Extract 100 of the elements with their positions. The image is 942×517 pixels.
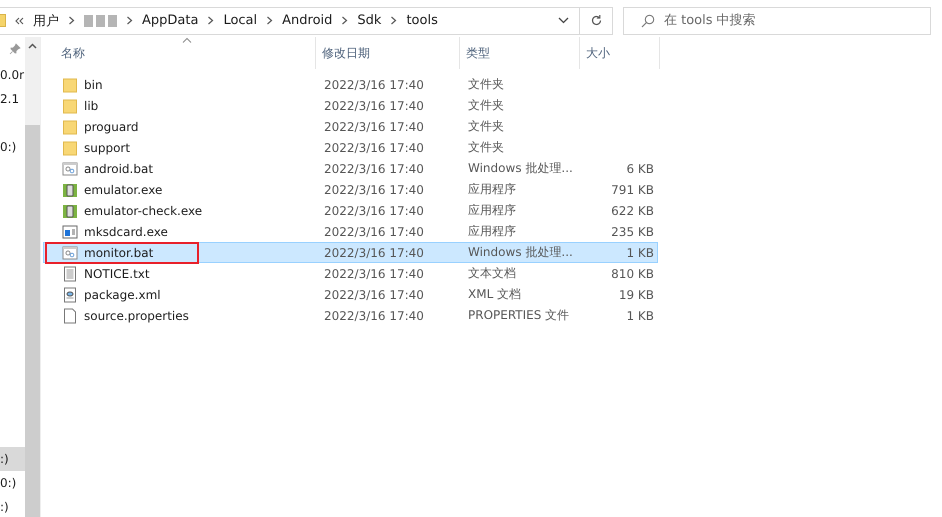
file-name: package.xml	[84, 288, 161, 302]
file-name: proguard	[84, 120, 139, 134]
chevron-right-icon[interactable]	[207, 16, 214, 25]
nav-pane-item[interactable]: 0.0r	[0, 63, 25, 87]
file-name: NOTICE.txt	[84, 266, 150, 280]
file-row[interactable]: android.bat 2022/3/16 17:40 Windows 批处理... 6 KB	[43, 158, 658, 179]
modified-date: 2022/3/16 17:40	[324, 162, 424, 176]
caret-up-icon	[28, 43, 37, 49]
nav-pane-item[interactable]: :)	[0, 495, 25, 517]
gear-file-icon	[62, 160, 78, 176]
modified-date: 2022/3/16 17:40	[324, 140, 424, 154]
scrollbar-thumb[interactable]	[25, 125, 40, 517]
modified-date: 2022/3/16 17:40	[324, 224, 424, 238]
chevron-right-icon[interactable]	[126, 16, 133, 25]
modified-date: 2022/3/16 17:40	[324, 266, 424, 280]
file-size: 791 KB	[611, 182, 654, 196]
file-row[interactable]: mksdcard.exe 2022/3/16 17:40 应用程序 235 KB	[43, 221, 658, 242]
folder-icon	[62, 98, 78, 114]
folder-icon	[62, 140, 78, 156]
file-type: 文本文档	[468, 266, 516, 280]
caret-icon	[558, 17, 568, 24]
window-app-icon	[62, 224, 78, 240]
file-type: PROPERTIES 文件	[468, 308, 570, 322]
file-type: Windows 批处理...	[468, 161, 573, 175]
file-row[interactable]: NOTICE.txt 2022/3/16 17:40 文本文档 810 KB	[43, 263, 658, 284]
gear-file-icon	[62, 244, 78, 260]
file-name: bin	[84, 78, 103, 92]
file-type: XML 文档	[468, 287, 522, 301]
breadcrumb-item[interactable]: Local	[223, 13, 258, 28]
file-name: android.bat	[84, 162, 154, 176]
file-name: mksdcard.exe	[84, 224, 168, 238]
file-size: 19 KB	[618, 288, 654, 302]
breadcrumb-item[interactable]: Sdk	[357, 13, 382, 28]
double-chevron-icon[interactable]	[15, 16, 24, 24]
file-row[interactable]: proguard 2022/3/16 17:40 文件夹	[43, 116, 658, 137]
chevron-right-icon[interactable]	[68, 16, 75, 25]
file-name: support	[84, 140, 130, 154]
phone-app-icon	[62, 182, 78, 198]
file-row[interactable]: package.xml 2022/3/16 17:40 XML 文档 19 KB	[43, 284, 658, 305]
column-header[interactable]: 名称	[43, 37, 316, 69]
pin-icon[interactable]	[9, 43, 21, 55]
refresh-icon	[590, 14, 602, 27]
breadcrumb-item[interactable]: Android	[282, 13, 332, 28]
nav-pane-item[interactable]: 0:)	[0, 471, 25, 495]
xml-file-icon	[62, 286, 78, 302]
file-name: lib	[84, 98, 98, 112]
column-header[interactable]: 大小	[580, 37, 660, 69]
file-row[interactable]: emulator.exe 2022/3/16 17:40 应用程序 791 KB	[43, 179, 658, 200]
selected-file-row[interactable]: monitor.bat 2022/3/16 17:40 Windows 批处理... 1 KB	[43, 242, 658, 263]
file-size: 1 KB	[626, 308, 654, 322]
file-type: Windows 批处理...	[468, 245, 573, 259]
file-name: emulator-check.exe	[84, 204, 202, 218]
file-name: emulator.exe	[84, 182, 162, 196]
file-row[interactable]: lib 2022/3/16 17:40 文件夹	[43, 95, 658, 116]
modified-date: 2022/3/16 17:40	[324, 204, 424, 218]
file-row[interactable]: bin 2022/3/16 17:40 文件夹	[43, 74, 658, 95]
file-size: 622 KB	[611, 204, 654, 218]
search-icon	[641, 14, 655, 28]
column-header[interactable]: 修改日期	[316, 37, 460, 69]
folder-icon	[62, 76, 78, 92]
file-size: 235 KB	[611, 224, 654, 238]
modified-date: 2022/3/16 17:40	[324, 308, 424, 322]
address-bar[interactable]: 用户 AppData Local Android Sdk tools	[0, 6, 613, 34]
file-name: source.properties	[84, 308, 189, 322]
nav-pane-item[interactable]: 0:)	[0, 135, 25, 159]
file-name: monitor.bat	[84, 246, 154, 260]
modified-date: 2022/3/16 17:40	[324, 288, 424, 302]
file-type: 应用程序	[468, 182, 516, 196]
chevron-right-icon[interactable]	[390, 16, 398, 25]
folder-icon	[62, 118, 78, 134]
file-type: 文件夹	[468, 140, 504, 154]
file-size: 1 KB	[626, 246, 654, 260]
file-type: 应用程序	[468, 224, 516, 238]
blank-file-icon	[62, 308, 78, 324]
chevron-right-icon[interactable]	[266, 16, 274, 25]
column-header[interactable]: 类型	[460, 37, 580, 69]
scrollbar[interactable]	[25, 37, 40, 517]
file-type: 文件夹	[468, 98, 504, 112]
search-field[interactable]: 在 tools 中搜索	[623, 6, 931, 34]
modified-date: 2022/3/16 17:40	[324, 182, 424, 196]
file-type: 文件夹	[468, 119, 504, 133]
file-type: 文件夹	[468, 77, 504, 91]
nav-pane-item[interactable]: 2.1	[0, 87, 25, 111]
chevron-right-icon[interactable]	[341, 16, 348, 25]
file-type: 应用程序	[468, 203, 516, 217]
modified-date: 2022/3/16 17:40	[324, 120, 424, 134]
modified-date: 2022/3/16 17:40	[324, 98, 424, 112]
file-row[interactable]: support 2022/3/16 17:40 文件夹	[43, 137, 658, 158]
phone-app-icon	[62, 202, 78, 218]
modified-date: 2022/3/16 17:40	[324, 78, 424, 92]
breadcrumb-item[interactable]: 用户	[33, 12, 59, 30]
breadcrumb-item[interactable]: AppData	[142, 13, 198, 28]
file-row[interactable]: emulator-check.exe 2022/3/16 17:40 应用程序 622 KB	[43, 200, 658, 221]
file-size: 810 KB	[611, 266, 654, 280]
folder-icon	[0, 14, 6, 27]
file-row[interactable]: source.properties 2022/3/16 17:40 PROPERTIES 文件 1 KB	[43, 305, 658, 326]
nav-pane-item[interactable]: :)	[0, 447, 25, 471]
text-file-icon	[62, 266, 78, 282]
sort-caret-icon	[182, 37, 192, 43]
breadcrumb-item[interactable]: tools	[406, 13, 438, 28]
